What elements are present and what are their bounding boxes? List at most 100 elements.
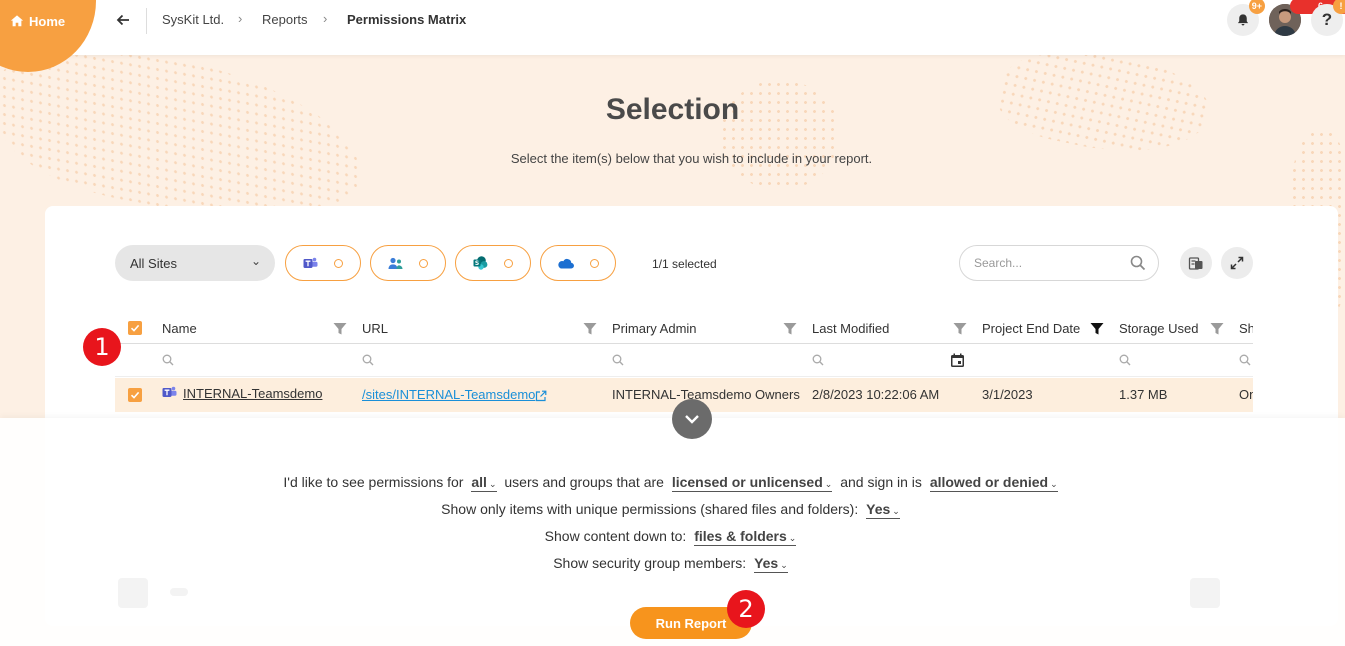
column-header-primary-admin[interactable]: Primary Admin [612, 321, 697, 336]
content-depth-line: Show content down to: files & folders ⌄ [0, 528, 1345, 546]
unique-permissions-dropdown[interactable]: Yes ⌄ [866, 501, 900, 519]
ring-icon [419, 258, 428, 268]
home-blob [0, 0, 96, 72]
filter-icon[interactable] [953, 322, 967, 336]
back-arrow-icon[interactable] [114, 11, 132, 29]
expand-icon [1230, 256, 1244, 270]
site-name-link[interactable]: INTERNAL-Teamsdemo [183, 386, 322, 401]
primary-admin-cell: INTERNAL-Teamsdemo Owners [612, 387, 800, 402]
onedrive-filter-toggle[interactable] [540, 245, 616, 281]
unique-permissions-value: Yes [866, 501, 891, 517]
external-link-icon[interactable] [535, 390, 547, 402]
option-text: Show only items with unique permissions … [441, 501, 859, 517]
option-text: users and groups that are [504, 474, 664, 490]
export-button[interactable] [1180, 247, 1212, 279]
unique-permissions-line: Show only items with unique permissions … [0, 501, 1345, 519]
chevron-down-icon: ⌄ [824, 479, 833, 489]
option-text: I'd like to see permissions for [283, 474, 464, 490]
security-group-members-line: Show security group members: Yes ⌄ [0, 555, 1345, 573]
checkmark-icon [130, 324, 140, 332]
home-label: Home [29, 13, 66, 29]
home-button[interactable]: Home [10, 12, 65, 30]
search-icon [1130, 255, 1146, 271]
storage-used-cell: 1.37 MB [1119, 387, 1168, 402]
project-end-date-cell: 3/1/2023 [982, 387, 1033, 402]
breadcrumb-current-page: Permissions Matrix [347, 12, 467, 27]
filter-icon[interactable] [783, 322, 797, 336]
onedrive-icon [558, 258, 574, 269]
site-filter-value: All Sites [130, 255, 177, 271]
row-checkbox[interactable] [128, 388, 142, 402]
help-button[interactable]: ? ! [1311, 0, 1345, 36]
column-header-storage-used[interactable]: Storage Used [1119, 321, 1199, 336]
export-icon [1188, 257, 1203, 270]
checkmark-icon [130, 391, 140, 399]
filter-icon[interactable] [333, 322, 347, 336]
users-scope-dropdown[interactable]: all ⌄ [471, 474, 497, 492]
search-icon[interactable] [1119, 354, 1131, 366]
chevron-down-icon: ⌄ [892, 506, 900, 516]
chevron-down-icon: ⌄ [780, 560, 788, 570]
bell-icon [1237, 14, 1249, 26]
search-icon[interactable] [162, 354, 174, 366]
teams-icon [162, 386, 177, 397]
site-url-link[interactable]: /sites/INTERNAL-Teamsdemo [362, 387, 535, 402]
option-text: and sign in is [840, 474, 922, 490]
search-icon[interactable] [812, 354, 824, 366]
svg-text:S: S [475, 260, 479, 267]
help-badge: ! [1333, 0, 1345, 14]
column-header-url[interactable]: URL [362, 321, 388, 336]
group-members-dropdown[interactable]: Yes ⌄ [754, 555, 788, 573]
callout-badge: 2 [727, 590, 765, 628]
breadcrumb-chevron-icon: › [238, 11, 243, 26]
faded-control [170, 588, 188, 596]
search-input[interactable] [974, 256, 1114, 270]
calendar-icon[interactable] [950, 353, 965, 368]
search-icon[interactable] [612, 354, 624, 366]
search-icon[interactable] [1239, 354, 1251, 366]
selected-count: 1/1 selected [652, 257, 717, 271]
option-text: Show security group members: [553, 555, 747, 571]
filter-icon[interactable] [583, 322, 597, 336]
teams-icon [303, 257, 318, 268]
sharepoint-filter-toggle[interactable]: S [455, 245, 531, 281]
permissions-scope-line: I'd like to see permissions for all ⌄ use… [0, 474, 1345, 492]
table-filter-row [115, 345, 1253, 377]
filter-icon[interactable] [1210, 322, 1224, 336]
faded-control [1190, 578, 1220, 608]
column-header-name[interactable]: Name [162, 321, 197, 336]
filter-active-icon[interactable] [1090, 322, 1104, 336]
divider [146, 8, 147, 34]
users-scope-value: all [471, 474, 487, 490]
chevron-down-icon [685, 415, 699, 424]
column-header-last-modified[interactable]: Last Modified [812, 321, 889, 336]
breadcrumb-chevron-icon: › [323, 11, 328, 26]
content-depth-dropdown[interactable]: files & folders ⌄ [694, 528, 797, 546]
sharepoint-icon: S [473, 256, 488, 270]
ring-icon [590, 258, 599, 268]
chevron-down-icon: ⌄ [788, 533, 797, 543]
option-text: Show content down to: [544, 528, 687, 544]
breadcrumb-reports[interactable]: Reports [262, 12, 308, 27]
search-box[interactable] [959, 245, 1159, 281]
content-depth-value: files & folders [694, 528, 787, 544]
chevron-down-icon: ⌄ [1050, 479, 1058, 489]
table-header-row: Name URL Primary Admin Last Modified Pro… [115, 312, 1253, 344]
groups-filter-toggle[interactable] [370, 245, 446, 281]
notifications-button[interactable]: 9+ [1227, 0, 1265, 36]
expand-button[interactable] [1221, 247, 1253, 279]
column-header-truncated[interactable]: Sh [1239, 321, 1253, 336]
page-subtitle: Select the item(s) below that you wish t… [510, 151, 873, 166]
sign-in-value: allowed or denied [929, 474, 1049, 490]
sign-in-dropdown[interactable]: allowed or denied ⌄ [929, 474, 1058, 492]
site-filter-dropdown[interactable]: All Sites ⌄ [115, 245, 275, 281]
license-state-dropdown[interactable]: licensed or unlicensed ⌄ [671, 474, 833, 492]
ring-icon [504, 258, 513, 268]
column-header-project-end-date[interactable]: Project End Date [982, 321, 1080, 336]
collapse-panel-button[interactable] [672, 399, 712, 439]
teams-filter-toggle[interactable] [285, 245, 361, 281]
license-state-value: licensed or unlicensed [671, 474, 823, 490]
search-icon[interactable] [362, 354, 374, 366]
breadcrumb-organization[interactable]: SysKit Ltd. [162, 12, 224, 27]
select-all-checkbox[interactable] [128, 321, 142, 335]
